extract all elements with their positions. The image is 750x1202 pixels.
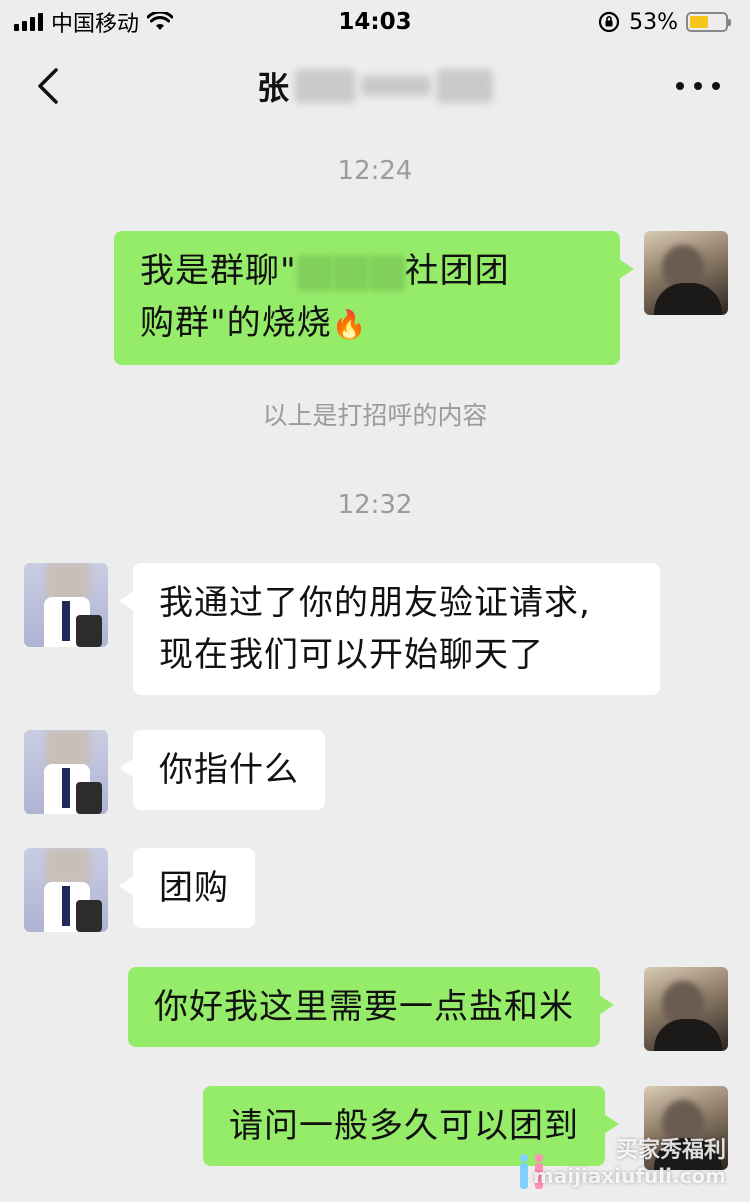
blurred-name	[361, 76, 431, 96]
message-bubble-sent[interactable]: 你好我这里需要一点盐和米	[128, 967, 614, 1047]
avatar[interactable]	[24, 848, 108, 932]
status-bar: 中国移动 14:03 53%	[0, 0, 750, 44]
message-bubble-received[interactable]: 团购	[119, 848, 255, 928]
battery-percent: 53%	[629, 9, 678, 35]
message-text: 现在我们可以开始聊天了	[159, 635, 544, 675]
timestamp: 12:32	[337, 490, 413, 520]
message-text: 请问一般多久可以团到	[229, 1106, 579, 1146]
message-bubble-received[interactable]: 我通过了你的朋友验证请求, 现在我们可以开始聊天了	[119, 563, 660, 695]
avatar[interactable]	[644, 231, 728, 315]
avatar[interactable]	[24, 563, 108, 647]
message-text: 你指什么	[159, 750, 299, 790]
blurred-text	[368, 254, 405, 291]
message-text: 团购	[159, 868, 229, 908]
message-bubble-received[interactable]: 你指什么	[119, 730, 325, 810]
status-right: 53%	[597, 9, 731, 35]
status-time: 14:03	[338, 9, 412, 35]
avatar[interactable]	[644, 967, 728, 1051]
watermark-title: 买家秀福利	[615, 1138, 726, 1163]
signal-icon	[14, 13, 43, 31]
wifi-icon	[147, 12, 174, 30]
rotation-lock-icon	[598, 11, 620, 33]
message-text: 我通过了你的朋友验证请求,	[159, 583, 591, 623]
message-text: 社团团	[404, 251, 510, 291]
avatar[interactable]	[24, 730, 108, 814]
status-left: 中国移动	[14, 6, 174, 38]
chevron-left-icon[interactable]	[30, 64, 70, 108]
timestamp: 12:24	[337, 156, 413, 186]
message-bubble-sent[interactable]: 我是群聊" 社团团 购群"的烧烧🔥	[114, 231, 634, 365]
blurred-name	[295, 69, 355, 103]
watermark-url: maijiaxiufuli.com	[532, 1164, 726, 1188]
blurred-text	[296, 254, 333, 291]
system-note: 以上是打招呼的内容	[262, 401, 488, 430]
chat-title: 张	[257, 63, 493, 109]
message-text: 购群"的烧烧	[140, 303, 332, 343]
more-dots-icon[interactable]	[676, 66, 720, 106]
watermark: 买家秀福利 maijiaxiufuli.com	[533, 1132, 726, 1188]
nav-bar: 张	[0, 44, 750, 128]
blurred-text	[332, 254, 369, 291]
carrier-label: 中国移动	[51, 12, 140, 37]
chat-title-text: 张	[256, 69, 289, 107]
message-text: 我是群聊"	[140, 251, 297, 291]
battery-fill	[690, 16, 709, 28]
blurred-name	[437, 69, 493, 103]
battery-icon	[686, 12, 731, 32]
message-text: 你好我这里需要一点盐和米	[154, 987, 574, 1027]
fire-emoji: 🔥	[331, 308, 368, 341]
